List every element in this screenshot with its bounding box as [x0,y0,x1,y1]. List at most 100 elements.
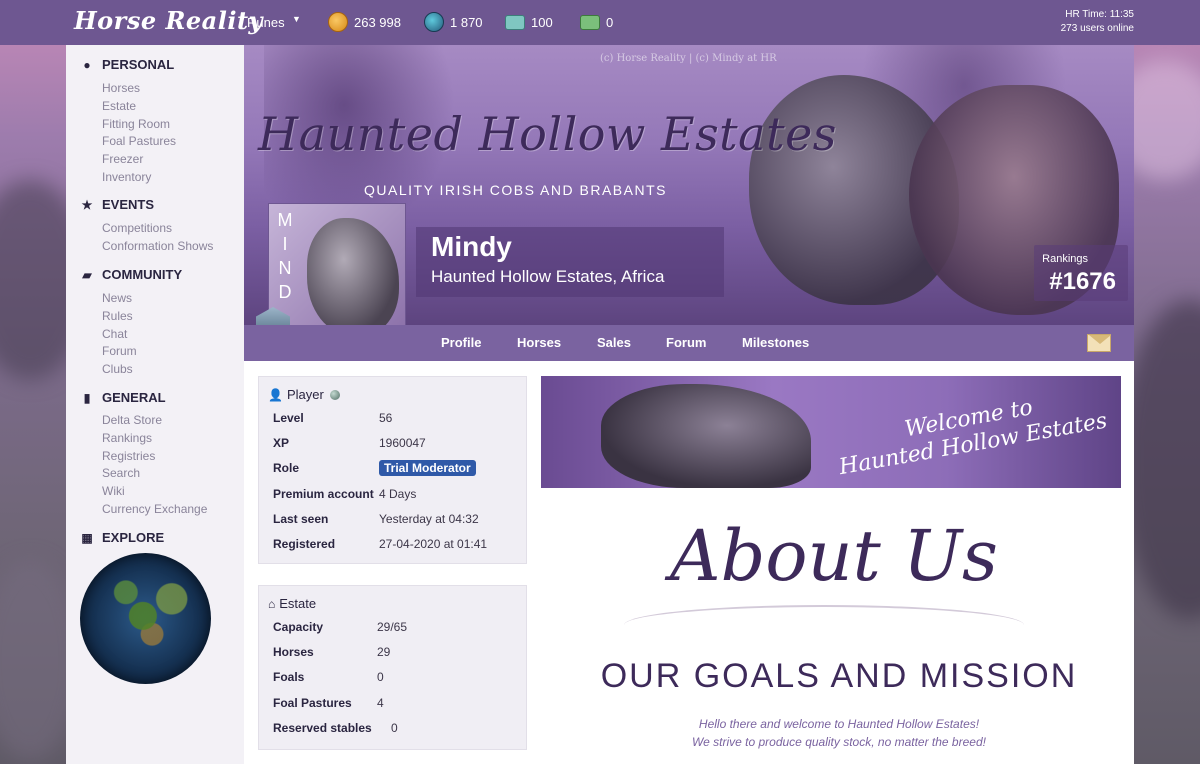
tab-forum[interactable]: Forum [666,335,706,350]
coins-value: 263 998 [354,14,401,30]
row-key: Level [273,411,304,425]
row-value: 0 [391,721,398,735]
avatar-letters: M I N D [275,208,295,304]
row-key: Role [273,461,300,475]
sidebar: ● PERSONAL Horses Estate Fitting Room Fo… [66,45,244,764]
users-online[interactable]: 273 users online [1061,22,1134,36]
sidebar-item-inventory[interactable]: Inventory [102,169,176,187]
about-subtitle: OUR GOALS AND MISSION [600,657,1078,695]
avatar-letter: M [277,210,293,230]
sidebar-item-news[interactable]: News [102,290,137,308]
player-panel-title: Player [286,387,324,402]
tickets-value: 100 [531,14,553,30]
row-key: Foal Pastures [273,696,352,710]
row-key: Capacity [273,620,324,634]
player-location: Haunted Hollow Estates, Africa [431,267,665,286]
section-general: ▮ GENERAL [80,390,166,405]
sidebar-item-fitting-room[interactable]: Fitting Room [102,116,176,134]
welcome-banner-image: Welcome to Haunted Hollow Estates [541,376,1121,488]
avatar-letter: I [282,234,288,254]
row-value: 29/65 [377,620,408,634]
coins-balance: 263 998 [328,11,401,33]
sidebar-item-estate[interactable]: Estate [102,98,176,116]
section-title: GENERAL [102,390,166,405]
row-key: Registered [273,537,336,551]
tab-sales[interactable]: Sales [597,335,631,350]
decorative-swirl [624,605,1024,645]
tab-profile[interactable]: Profile [441,335,481,350]
role-badge: Trial Moderator [379,460,476,476]
coin-icon [328,12,348,32]
explore-globe-map[interactable] [80,553,211,684]
server-status: HR Time: 11:35 273 users online [1061,8,1134,36]
avatar-horse-image [307,218,399,336]
sidebar-item-chat[interactable]: Chat [102,326,137,344]
avatar-letter: N [278,258,292,278]
section-community: ▰ COMMUNITY [80,267,182,282]
chevron-down-icon[interactable]: ▼ [292,14,301,24]
delta-icon [424,12,444,32]
main-content: (c) Horse Reality | (c) Mindy at HR Haun… [244,45,1134,764]
welcome-horse-image [601,384,811,488]
delta-balance: 1 870 [424,11,483,33]
estate-script-title: Haunted Hollow Estates [258,107,837,161]
row-key: Reserved stables [273,721,372,735]
sidebar-item-registries[interactable]: Registries [102,448,207,466]
map-icon: ▦ [81,530,93,545]
panel-title: 👤 Player [268,387,340,402]
chat-bubbles-icon: ▰ [82,267,92,282]
top-bar: Horse Reality Runes ▼ 263 998 1 870 100 … [0,0,1200,45]
site-logo[interactable]: Horse Reality [74,6,263,35]
tickets-balance: 100 [505,11,553,33]
sidebar-item-conformation-shows[interactable]: Conformation Shows [102,238,213,256]
sidebar-item-horses[interactable]: Horses [102,80,176,98]
tab-milestones[interactable]: Milestones [742,335,809,350]
tab-horses[interactable]: Horses [517,335,561,350]
about-text-line: Hello there and welcome to Haunted Hollo… [698,717,980,731]
general-links: Delta Store Rankings Registries Search W… [102,412,207,519]
sidebar-item-clubs[interactable]: Clubs [102,361,137,379]
row-value: 4 Days [379,487,417,501]
about-text-line: We strive to produce quality stock, no m… [692,735,986,749]
sidebar-item-currency-exchange[interactable]: Currency Exchange [102,501,207,519]
row-key: Premium account [273,487,374,501]
sidebar-item-competitions[interactable]: Competitions [102,220,213,238]
online-status-icon [329,389,340,400]
mail-icon[interactable] [1087,334,1111,352]
row-value: Trial Moderator [379,460,476,476]
sidebar-item-forum[interactable]: Forum [102,343,137,361]
row-value: 27-04-2020 at 01:41 [379,537,488,551]
row-key: Last seen [273,512,329,526]
profile-tabs: Profile Horses Sales Forum Milestones [244,325,1134,361]
row-value: 1960047 [379,436,426,450]
sidebar-item-foal-pastures[interactable]: Foal Pastures [102,133,176,151]
sidebar-item-rules[interactable]: Rules [102,308,137,326]
section-title: COMMUNITY [102,267,183,282]
personal-links: Horses Estate Fitting Room Foal Pastures… [102,80,176,187]
row-value: 29 [377,645,391,659]
sidebar-item-freezer[interactable]: Freezer [102,151,176,169]
delta-value: 1 870 [450,14,483,30]
row-value: Yesterday at 04:32 [379,512,479,526]
sidebar-item-wiki[interactable]: Wiki [102,483,207,501]
estate-panel-title: Estate [279,596,317,611]
rankings-value[interactable]: #1676 [1049,268,1116,296]
avatar-letter: D [278,282,292,302]
home-icon: ⌂ [268,596,276,611]
section-events: ★ EVENTS [80,197,154,212]
player-name-box: Mindy Haunted Hollow Estates, Africa [416,227,724,297]
row-value: 4 [377,696,384,710]
banner-copyright: (c) Horse Reality | (c) Mindy at HR [600,53,777,64]
sidebar-item-delta-store[interactable]: Delta Store [102,412,207,430]
pass-value: 0 [606,14,614,30]
community-links: News Rules Chat Forum Clubs [102,290,137,379]
sidebar-item-search[interactable]: Search [102,465,207,483]
star-icon: ★ [81,197,93,212]
row-value: 56 [379,411,393,425]
panel-title: ⌂ Estate [268,596,316,611]
sidebar-item-rankings[interactable]: Rankings [102,430,207,448]
section-title: EXPLORE [102,530,165,545]
runes-menu[interactable]: Runes [247,15,285,30]
section-explore: ▦ EXPLORE [80,530,164,545]
row-key: Foals [273,670,305,684]
